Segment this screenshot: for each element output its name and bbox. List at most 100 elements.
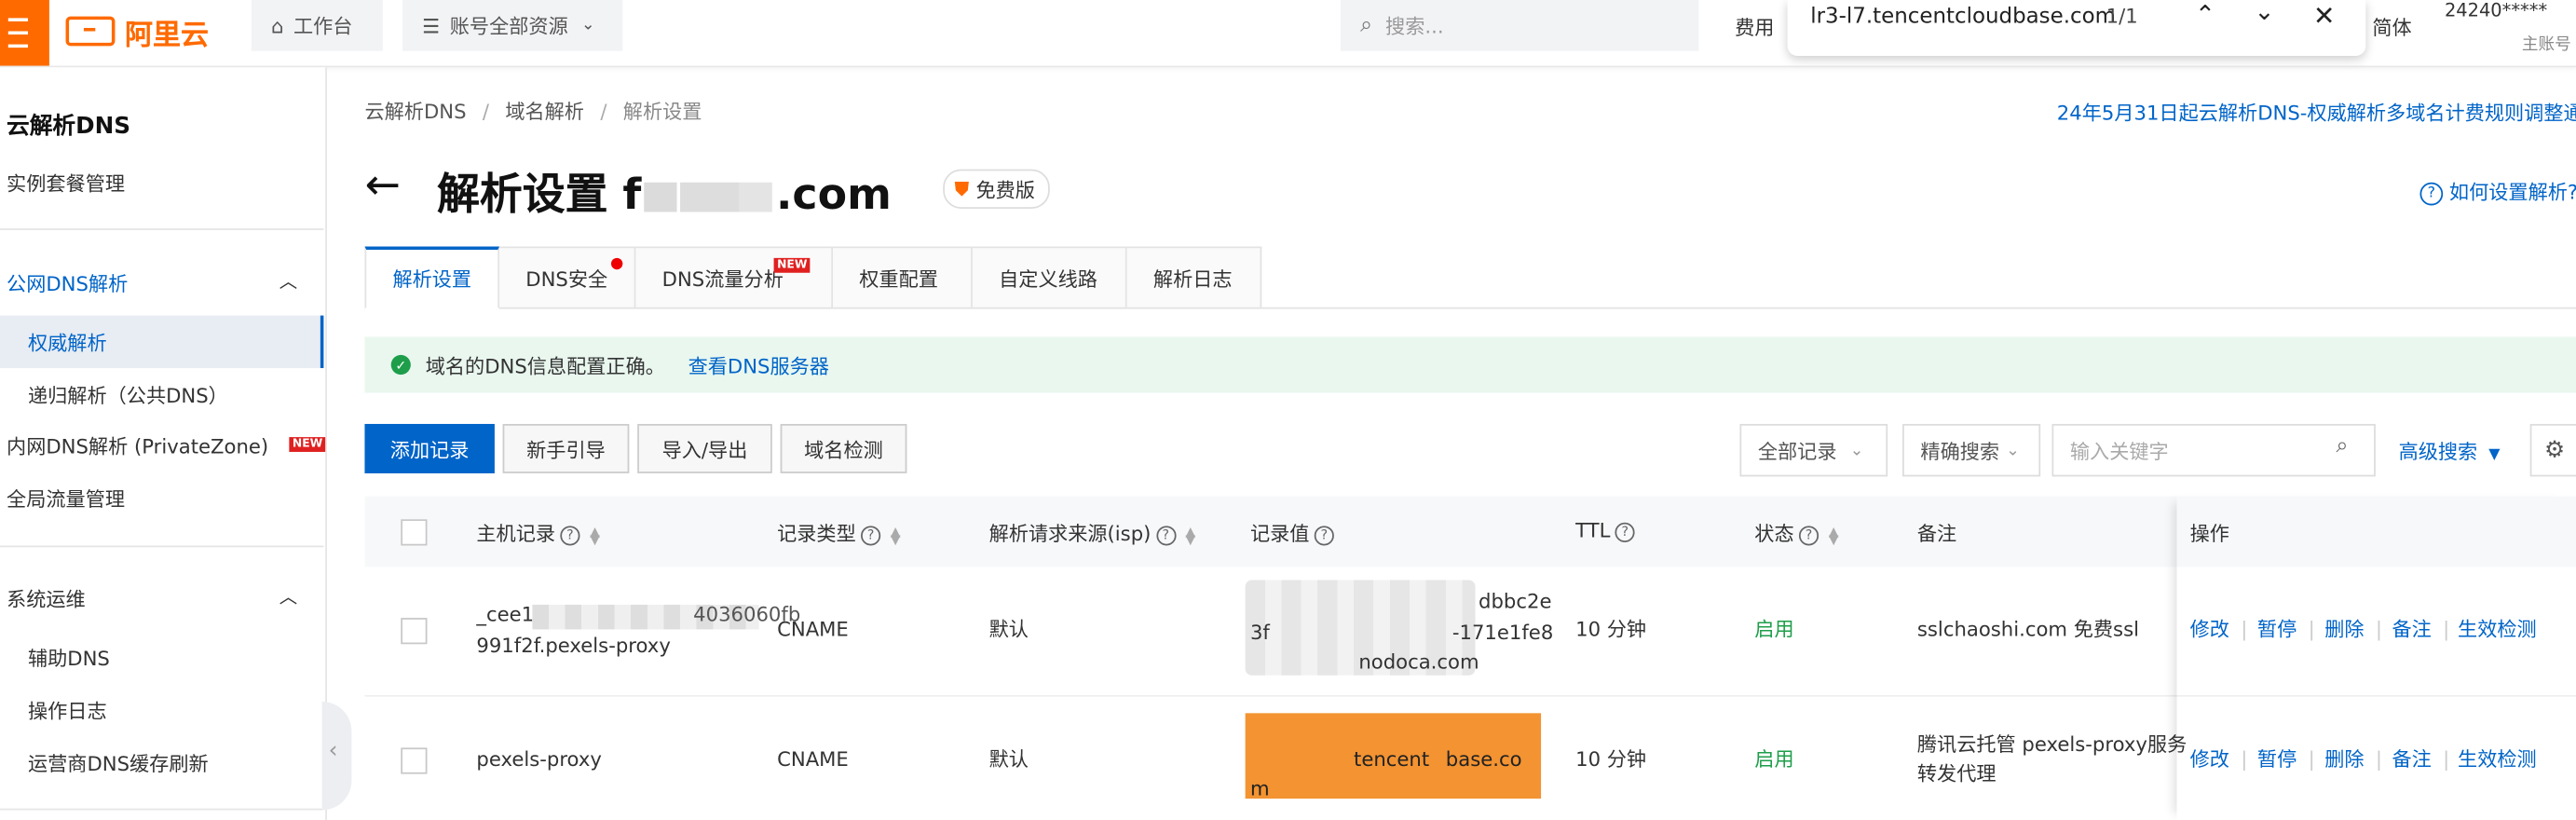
sidebar-title: 云解析DNS — [7, 113, 131, 140]
record-value-line2-mid: tencent — [1354, 747, 1430, 772]
browser-find-bar: lr3-l7.tencentcloudbase.com 1/1 ⌃ ⌄ ✕ — [1787, 0, 2366, 56]
select-all-checkbox[interactable] — [401, 519, 428, 546]
record-ttl: 10 分钟 — [1575, 618, 1647, 641]
breadcrumb-item[interactable]: 云解析DNS — [364, 101, 466, 124]
language-switch[interactable]: 简体 — [2372, 13, 2411, 41]
question-icon: ? — [1798, 525, 1820, 545]
account-resources-dropdown[interactable]: ☰ 账号全部资源 ⌄ — [402, 0, 623, 51]
question-icon: ? — [861, 525, 881, 545]
record-value-line1: dbbc2e — [1479, 590, 1552, 613]
record-value-line3: m — [1249, 777, 1270, 800]
sidebar-item-private-zone[interactable]: 内网DNS解析 (PrivateZone) — [7, 432, 268, 460]
global-search-input[interactable]: ⌕ 搜索... — [1340, 0, 1699, 51]
tab-dns-security[interactable]: DNS安全 — [499, 246, 636, 309]
beginner-guide-button[interactable]: 新手引导 — [502, 423, 630, 473]
row-checkbox[interactable] — [401, 747, 428, 774]
host-record: _cee1 — [476, 603, 535, 626]
tab-weight-config[interactable]: 权重配置 — [833, 246, 973, 309]
record-filter-select[interactable]: 全部记录 ⌄ — [1739, 423, 1888, 477]
question-icon: ? — [1615, 521, 1635, 542]
header-host[interactable]: 主机记录? ▲ ▼ — [476, 519, 600, 547]
chevron-up-icon[interactable]: ︿ — [279, 267, 297, 294]
question-icon: ? — [2419, 181, 2444, 205]
domain-check-button[interactable]: 域名检测 — [780, 423, 907, 473]
sidebar-item-recursive[interactable]: 递归解析（公共DNS） — [28, 381, 228, 409]
workbench-button[interactable]: ⌂ 工作台 — [251, 0, 383, 51]
sort-icon[interactable]: ▲ ▼ — [1829, 525, 1839, 546]
record-remark: sslchaoshi.com 免费ssl — [1916, 618, 2140, 641]
record-remark-line2: 转发代理 — [1916, 762, 1997, 786]
sidebar-collapse-toggle[interactable]: ‹ — [321, 702, 352, 811]
redaction-block — [740, 181, 773, 212]
find-previous-icon[interactable]: ⌃ — [2195, 0, 2215, 30]
row-checkbox[interactable] — [401, 618, 428, 645]
keyword-search-input[interactable]: 输入关键字 ⌕ — [2051, 423, 2376, 477]
sidebar-item-authoritative[interactable]: 权威解析 — [28, 329, 107, 357]
header-ttl: TTL? — [1575, 519, 1635, 542]
import-export-button[interactable]: 导入/导出 — [637, 423, 772, 473]
host-record-line2: 991f2f.pexels-proxy — [476, 634, 671, 658]
redaction-block — [644, 181, 678, 212]
question-icon: ? — [560, 525, 580, 545]
account-id[interactable]: 24240***** — [2445, 0, 2547, 21]
record-type: CNAME — [777, 747, 849, 772]
caret-down-icon: ▼ — [2488, 446, 2501, 464]
header-status[interactable]: 状态? ▲ ▼ — [1754, 519, 1838, 547]
tab-dns-traffic-analysis[interactable]: DNS流量分析 NEW — [635, 246, 834, 309]
breadcrumb-current: 解析设置 — [622, 100, 702, 124]
header-isp[interactable]: 解析请求来源(isp)? ▲ ▼ — [989, 519, 1196, 547]
fees-menu[interactable]: 费用 — [1735, 13, 1774, 41]
sort-icon[interactable]: ▲ ▼ — [590, 525, 600, 546]
sidebar-item-operation-log[interactable]: 操作日志 — [28, 697, 107, 725]
view-dns-servers-link[interactable]: 查看DNS服务器 — [688, 351, 829, 379]
tab-bar: 解析设置 DNS安全 DNS流量分析 NEW 权重配置 自定义线路 解析日志 — [364, 246, 1262, 309]
advanced-search-toggle[interactable]: 高级搜索 ▼ — [2399, 437, 2501, 465]
record-ttl: 10 分钟 — [1575, 747, 1647, 772]
find-query-input[interactable]: lr3-l7.tencentcloudbase.com — [1810, 5, 2116, 29]
list-icon: ☰ — [422, 13, 441, 37]
breadcrumb-item[interactable]: 域名解析 — [505, 101, 584, 124]
chevron-up-icon[interactable]: ︿ — [279, 583, 297, 609]
record-type: CNAME — [777, 618, 849, 641]
search-mode-select[interactable]: 精确搜索 ⌄ — [1902, 423, 2041, 477]
search-icon: ⌕ — [1360, 13, 1372, 38]
page-title: 解析设置 f .com — [437, 171, 892, 221]
record-isp: 默认 — [988, 747, 1029, 772]
plan-badge: ⛊ 免费版 — [943, 169, 1050, 209]
sidebar-item-public-dns[interactable]: 公网DNS解析 — [7, 269, 128, 297]
find-next-icon[interactable]: ⌄ — [2254, 0, 2274, 26]
record-value-line2: -171e1fe8 — [1452, 621, 1554, 645]
sidebar-item-global-traffic[interactable]: 全局流量管理 — [7, 485, 125, 512]
tab-resolution-settings[interactable]: 解析设置 — [364, 246, 500, 309]
redaction-block — [680, 181, 741, 212]
record-value-line2-head: 3f — [1249, 621, 1270, 645]
gear-icon[interactable]: ⚙ — [2529, 423, 2576, 477]
sort-icon[interactable]: ▲ ▼ — [1185, 525, 1195, 546]
tab-custom-lines[interactable]: 自定义线路 — [972, 246, 1127, 309]
sidebar-item-instance-plans[interactable]: 实例套餐管理 — [7, 170, 125, 198]
sidebar: 云解析DNS 实例套餐管理 公网DNS解析 ︿ 权威解析 递归解析（公共DNS）… — [0, 67, 327, 820]
sidebar-item-secondary-dns[interactable]: 辅助DNS — [28, 644, 110, 672]
hamburger-menu-icon[interactable] — [0, 0, 49, 66]
search-icon: ⌕ — [2336, 433, 2349, 459]
find-close-icon[interactable]: ✕ — [2313, 0, 2336, 32]
help-link[interactable]: ? 如何设置解析? — [2415, 177, 2576, 205]
sidebar-divider — [0, 545, 324, 548]
sidebar-divider — [0, 808, 324, 811]
add-record-button[interactable]: 添加记录 — [364, 423, 495, 473]
shield-icon: ⛊ — [954, 176, 970, 200]
question-icon: ? — [1314, 525, 1334, 545]
tab-resolution-log[interactable]: 解析日志 — [1126, 246, 1262, 309]
sidebar-item-system-ops[interactable]: 系统运维 — [7, 585, 86, 613]
back-arrow-icon[interactable]: ← — [364, 161, 400, 211]
sidebar-item-isp-cache-refresh[interactable]: 运营商DNS缓存刷新 — [28, 749, 209, 777]
chevron-down-icon: ⌄ — [2006, 441, 2020, 459]
billing-notice-link[interactable]: 24年5月31日起云解析DNS-权威解析多域名计费规则调整通知 — [2057, 99, 2576, 127]
header-type[interactable]: 记录类型? ▲ ▼ — [777, 519, 901, 547]
sort-icon[interactable]: ▲ ▼ — [891, 525, 901, 546]
account-role: 主账号 — [2521, 35, 2571, 55]
status-badge: 启用 — [1754, 747, 1794, 772]
actions-column-shadow — [2177, 497, 2576, 820]
aliyun-logo[interactable]: 阿里云 — [65, 10, 209, 53]
new-badge: NEW — [773, 257, 811, 273]
